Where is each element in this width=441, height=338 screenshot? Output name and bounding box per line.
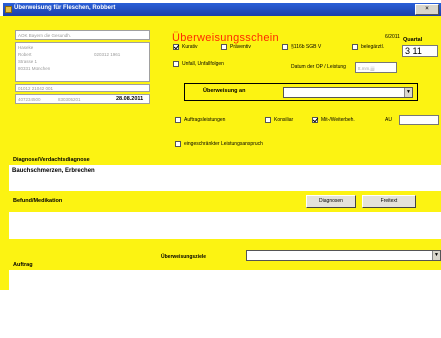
diagnosen-button[interactable]: Diagnosen <box>306 195 356 208</box>
checkbox-label: §116b SGB V <box>291 44 322 50</box>
checkbox-box[interactable] <box>173 44 179 50</box>
op-date-input[interactable]: tt.mm.jjjj <box>355 62 397 73</box>
checkbox-label: Mit-/Weiterbeh. <box>321 117 355 123</box>
checkbox-eingeschraenkt[interactable]: eingeschränkter Leistungsanspruch <box>175 141 263 147</box>
checkbox-box[interactable] <box>175 141 181 147</box>
checkbox-praeventiv[interactable]: Präventiv <box>221 44 251 50</box>
ziel-select[interactable]: ▼ <box>246 250 441 261</box>
ziel-label: Überweisungsziele <box>161 254 207 260</box>
patient-name-line-3: Strasse 1 <box>18 59 38 64</box>
checkbox-box[interactable] <box>352 44 358 50</box>
kv-text: 01012 21042 001 <box>18 86 54 91</box>
checkbox-label: Unfall, Unfallfolgen <box>182 61 224 67</box>
window-title: Überweisung für Fleschen, Robbert <box>14 5 116 11</box>
patient-id-2: 830305201 <box>58 97 81 102</box>
auftrag-textarea[interactable] <box>9 270 441 290</box>
op-date-placeholder: tt.mm.jjjj <box>358 66 375 71</box>
checkbox-label: Konsiliar <box>274 117 294 123</box>
checkbox-box[interactable] <box>265 117 271 123</box>
auftrag-label: Auftrag <box>13 262 33 268</box>
checkbox-konsiliar[interactable]: Konsiliar <box>265 117 293 123</box>
patient-name-line-1: Haseke <box>18 45 34 50</box>
checkbox-weiterbehandlung[interactable]: Mit-/Weiterbeh. <box>312 117 355 123</box>
id-row: 407234500 830305201 28.08.2011 <box>15 94 150 104</box>
befund-textarea[interactable] <box>9 212 441 239</box>
issue-date: 28.08.2011 <box>116 96 144 102</box>
chevron-down-icon[interactable]: ▼ <box>404 88 412 97</box>
checkbox-label: belegärztl. <box>361 44 385 50</box>
au-input[interactable] <box>399 115 439 125</box>
patient-block: AOK Bayern die Gesundh. Haseke Robert St… <box>13 30 152 125</box>
checkbox-box[interactable] <box>312 117 318 123</box>
close-button[interactable]: × <box>415 4 439 15</box>
title-bar[interactable]: Überweisung für Fleschen, Robbert × <box>3 3 441 16</box>
checkbox-kurativ[interactable]: Kurativ <box>173 44 198 50</box>
checkbox-label: Auftragsleistungen <box>184 117 226 123</box>
patient-name-line-4: 80331 München <box>18 66 51 71</box>
checkbox-box[interactable] <box>175 117 181 123</box>
checkbox-unfall[interactable]: Unfall, Unfallfolgen <box>173 61 224 67</box>
referral-target-select[interactable]: ▼ <box>283 87 413 98</box>
quarter-field[interactable]: 3 11 <box>402 45 438 57</box>
patient-id-1: 407234500 <box>18 97 41 102</box>
checkbox-box[interactable] <box>221 44 227 50</box>
insurer-text: AOK Bayern die Gesundh. <box>18 33 72 38</box>
chevron-down-icon[interactable]: ▼ <box>432 251 440 260</box>
diagnose-textarea[interactable]: Bauchschmerzen, Erbrechen <box>9 165 441 191</box>
patient-dob: 020312 1961 <box>94 52 121 57</box>
checkbox-label: Kurativ <box>182 44 198 50</box>
kv-field: 01012 21042 001 <box>15 84 150 92</box>
checkbox-belegaerztlich[interactable]: belegärztl. <box>352 44 384 50</box>
insurer-field: AOK Bayern die Gesundh. <box>15 30 150 40</box>
app-icon <box>5 6 12 13</box>
referral-target-group: Überweisung an ▼ <box>184 83 418 101</box>
patient-name-line-2: Robert <box>18 52 32 57</box>
checkbox-label: Präventiv <box>230 44 251 50</box>
freitext-button[interactable]: Freitext <box>362 195 416 208</box>
diagnose-label: Diagnose/Verdachtsdiagnose <box>13 157 90 163</box>
op-date-label: Datum der OP / Leistung <box>291 64 346 70</box>
diagnose-text: Bauchschmerzen, Erbrechen <box>12 168 95 174</box>
checkbox-116b[interactable]: §116b SGB V <box>282 44 321 50</box>
checkbox-auftragsleistungen[interactable]: Auftragsleistungen <box>175 117 225 123</box>
referral-target-label: Überweisung an <box>203 88 246 94</box>
quarter-label: Quartal <box>403 37 423 43</box>
au-label: AU <box>385 117 392 123</box>
checkbox-box[interactable] <box>173 61 179 67</box>
form-heading: Überweisungsschein <box>172 32 279 44</box>
application-window: Überweisung für Fleschen, Robbert × AOK … <box>0 0 441 338</box>
checkbox-box[interactable] <box>282 44 288 50</box>
patient-name-box: Haseke Robert Strasse 1 80331 München 02… <box>15 42 150 82</box>
befund-label: Befund/Medikation <box>13 198 63 204</box>
form-number: 6/2011 <box>385 34 400 40</box>
checkbox-label: eingeschränkter Leistungsanspruch <box>184 141 263 147</box>
